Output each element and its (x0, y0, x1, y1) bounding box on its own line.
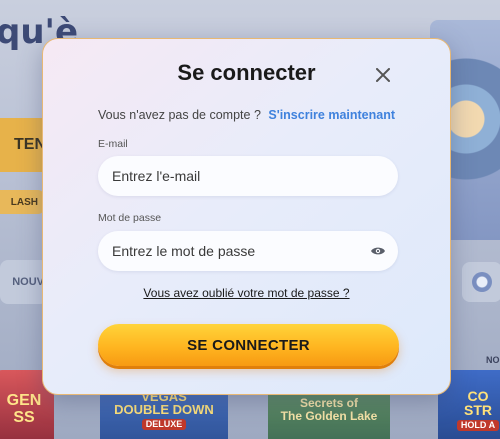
email-field[interactable] (98, 156, 398, 196)
eye-icon (371, 247, 385, 255)
register-prompt: Vous n'avez pas de compte ? S'inscrire m… (43, 108, 450, 122)
email-label: E-mail (98, 138, 128, 150)
game-badge: DELUXE (141, 418, 187, 431)
no-account-text: Vous n'avez pas de compte ? (97, 108, 261, 122)
close-button[interactable] (371, 63, 395, 87)
new-label: NO (486, 355, 500, 365)
toggle-password-visibility[interactable] (368, 241, 388, 261)
password-label: Mot de passe (98, 212, 162, 224)
password-field[interactable] (98, 231, 398, 271)
game-subtitle: The Golden Lake (280, 409, 378, 423)
forgot-password-link[interactable]: Vous avez oublié votre mot de passe ? (43, 286, 450, 300)
password-field-wrapper (98, 231, 398, 271)
game-title: GEN (6, 392, 42, 410)
game-title: CO (467, 387, 489, 404)
register-link[interactable]: S'inscrire maintenant (268, 108, 395, 122)
game-chip: LASH (0, 190, 44, 214)
game-subtitle: DOUBLE DOWN (114, 402, 214, 418)
category-tab-new: NOUV (0, 260, 48, 304)
email-field-wrapper (98, 156, 398, 196)
game-subtitle: SS (13, 409, 35, 426)
login-modal: Se connecter Vous n'avez pas de compte ?… (42, 38, 451, 395)
game-badge: HOLD A (456, 419, 500, 432)
login-button[interactable]: SE CONNECTER (98, 324, 399, 366)
category-icon (462, 262, 500, 302)
game-subtitle: STR (463, 402, 492, 419)
close-icon (376, 68, 390, 82)
